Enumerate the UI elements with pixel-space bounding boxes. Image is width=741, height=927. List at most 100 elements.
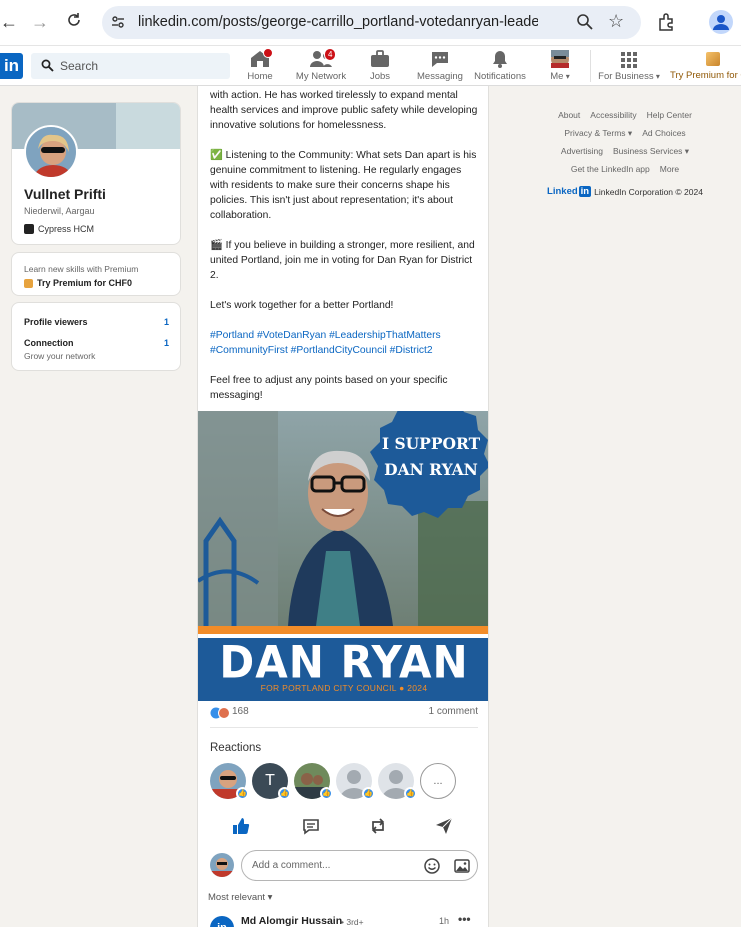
footer-link[interactable]: Get the LinkedIn app [571, 164, 650, 174]
chevron-down-icon: ▾ [563, 72, 570, 81]
chevron-down-icon: ▾ [265, 892, 273, 903]
profile-viewers-label[interactable]: Profile viewers [24, 317, 88, 327]
comment-more-button[interactable]: ••• [458, 912, 471, 926]
like-badge-icon: 👍 [362, 787, 375, 800]
reload-icon[interactable] [66, 12, 82, 32]
site-info-icon[interactable] [110, 14, 126, 35]
profile-viewers-value[interactable]: 1 [164, 317, 169, 327]
reactor-avatar[interactable]: 👍 [336, 763, 375, 800]
wordmark-text: Linked [547, 186, 578, 197]
comment-count[interactable]: 1 comment [429, 706, 478, 717]
footer-link[interactable]: Privacy & Terms ▾ [564, 128, 632, 139]
home-icon [225, 48, 295, 68]
reactor-avatar[interactable]: T 👍 [252, 763, 291, 800]
more-reactors-button[interactable]: ... [420, 763, 456, 799]
footer-link[interactable]: Business Services ▾ [613, 146, 689, 157]
hashtags-line[interactable]: #Portland #VoteDanRyan #LeadershipThatMa… [210, 330, 441, 341]
profile-card[interactable]: Vullnet Prifti Niederwil, Aargau Cypress… [11, 102, 181, 245]
footer-link[interactable]: More [660, 164, 679, 174]
search-input[interactable]: Search [31, 53, 230, 79]
linkedin-wordmark: Linked in [547, 186, 592, 197]
nav-label: Messaging [417, 71, 463, 82]
post-body: with action. He has worked tirelessly to… [210, 86, 482, 418]
candidate-name: DAN RYAN [219, 636, 469, 689]
search-placeholder: Search [60, 59, 99, 73]
more-label: ... [420, 763, 456, 799]
footer-link[interactable]: Accessibility [590, 110, 636, 120]
footer-link[interactable]: About [558, 110, 580, 120]
nav-me[interactable]: Me ▾ [525, 50, 595, 82]
emoji-icon[interactable] [424, 858, 440, 879]
wordmark-in: in [578, 186, 592, 197]
commenter-avatar[interactable]: in [210, 916, 234, 927]
comment-item: in Md Alomgir Hussain • 3rd+ 1h ••• [210, 912, 480, 927]
profile-name[interactable]: Vullnet Prifti [24, 186, 106, 202]
repost-button[interactable] [369, 817, 387, 840]
sort-label: Most relevant [208, 892, 266, 903]
reactor-avatar[interactable]: 👍 [210, 763, 249, 800]
footer-link[interactable]: Help Center [647, 110, 692, 120]
company-logo-icon [24, 224, 34, 234]
badge-line: I SUPPORT [381, 434, 481, 453]
address-bar[interactable]: linkedin.com/posts/george-carrillo_portl… [102, 6, 641, 39]
zoom-icon[interactable] [576, 13, 594, 36]
like-button[interactable] [232, 817, 250, 840]
me-avatar-icon [525, 50, 595, 68]
forward-icon[interactable]: → [31, 12, 49, 32]
back-icon[interactable]: ← [0, 12, 18, 32]
post-paragraph: 🎬 If you believe in building a stronger,… [210, 240, 475, 281]
subtitle-text: FOR PORTLAND CITY COUNCIL [260, 683, 397, 693]
comment-composer: Add a comment... [210, 849, 478, 883]
browser-toolbar: ← → linkedin.com/posts/george-carrillo_p… [0, 0, 741, 46]
nav-home[interactable]: Home [225, 48, 295, 82]
browser-profile-icon[interactable] [709, 10, 733, 34]
linkedin-nav: in Search Home 4 My Network Jobs Messagi… [0, 46, 741, 86]
premium-icon [706, 52, 720, 66]
profile-company[interactable]: Cypress HCM [24, 224, 94, 234]
commenter-name[interactable]: Md Alomgir Hussain [241, 915, 342, 927]
hashtags-line[interactable]: #CommunityFirst #PortlandCityCouncil #Di… [210, 345, 433, 356]
profile-avatar[interactable] [24, 125, 78, 179]
comment-time: 1h [439, 916, 450, 926]
footer-link[interactable]: Advertising [561, 146, 603, 156]
premium-card[interactable]: Learn new skills with Premium Try Premiu… [11, 252, 181, 296]
url-text: linkedin.com/posts/george-carrillo_portl… [138, 14, 538, 30]
bookmark-star-icon[interactable]: ☆ [608, 11, 624, 32]
company-name: Cypress HCM [38, 224, 95, 234]
sort-dropdown[interactable]: Most relevant ▾ [208, 892, 272, 903]
like-badge-icon: 👍 [278, 787, 291, 800]
network-badge: 4 [324, 48, 337, 61]
footer-links: About Accessibility Help Center Privacy … [540, 106, 710, 197]
post-card: with action. He has worked tirelessly to… [197, 86, 489, 927]
premium-promo-text: Learn new skills with Premium [24, 264, 139, 274]
reaction-icons[interactable] [210, 707, 232, 722]
send-button[interactable] [435, 817, 453, 840]
post-image[interactable]: I SUPPORT DAN RYAN DAN RYAN FOR PORTLAND… [198, 411, 488, 701]
candidate-subtitle: FOR PORTLAND CITY COUNCIL ● 2024 [260, 683, 428, 693]
footer-link[interactable]: Ad Choices [642, 128, 685, 138]
subtitle-year: 2024 [407, 683, 428, 693]
like-badge-icon: 👍 [236, 787, 249, 800]
nav-label: Me [550, 71, 564, 82]
reaction-count[interactable]: 168 [232, 706, 249, 717]
comment-input[interactable]: Add a comment... [241, 850, 478, 881]
reactor-avatar[interactable]: 👍 [294, 763, 333, 800]
post-paragraph: Let's work together for a better Portlan… [210, 300, 394, 311]
grow-network-text: Grow your network [24, 351, 96, 361]
connection-value[interactable]: 1 [164, 338, 169, 348]
try-premium-link[interactable]: Try Premium for C [670, 52, 741, 81]
reactor-avatar[interactable]: 👍 [378, 763, 417, 800]
nav-for-business[interactable]: For Business ▾ [594, 50, 664, 82]
image-icon[interactable] [454, 858, 470, 879]
premium-cta[interactable]: Try Premium for CHF0 [24, 278, 132, 288]
nav-divider [590, 50, 591, 82]
connection-label[interactable]: Connection [24, 338, 74, 348]
support-badge: I SUPPORT DAN RYAN [376, 431, 486, 483]
search-icon [41, 59, 54, 77]
stats-card: Profile viewers 1 Connection 1 Grow your… [11, 302, 181, 371]
linkedin-logo[interactable]: in [0, 53, 23, 79]
comment-button[interactable] [302, 817, 320, 840]
my-avatar [210, 853, 234, 877]
profile-location: Niederwil, Aargau [24, 206, 95, 216]
extensions-icon[interactable] [656, 12, 676, 37]
